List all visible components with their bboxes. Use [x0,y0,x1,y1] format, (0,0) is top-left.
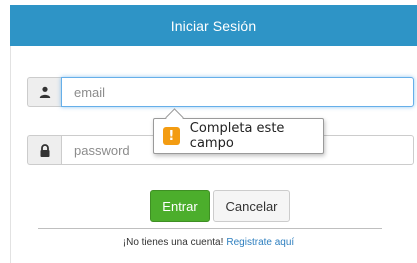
signup-prompt: ¡No tienes una cuenta! [122,237,224,248]
lock-icon [40,143,49,157]
cancel-button[interactable]: Cancelar [213,190,290,222]
warning-glyph: ! [168,128,175,144]
warning-icon: ! [163,127,180,145]
signup-footer: ¡No tienes una cuenta! Registrate aquí [0,237,417,248]
email-input[interactable] [61,77,414,107]
page-title: Iniciar Sesión [170,17,257,34]
tooltip-text: Completa este campo [189,121,285,151]
panel-left-border [10,46,11,263]
tooltip-arrow [165,108,184,127]
login-header: Iniciar Sesión [10,5,417,46]
register-link[interactable]: Registrate aquí [226,237,294,248]
password-addon [27,135,61,165]
email-addon [27,77,61,107]
divider [38,228,382,229]
enter-button[interactable]: Entrar [150,190,210,222]
validation-tooltip: ! Completa este campo [153,108,324,154]
user-icon [39,86,50,98]
